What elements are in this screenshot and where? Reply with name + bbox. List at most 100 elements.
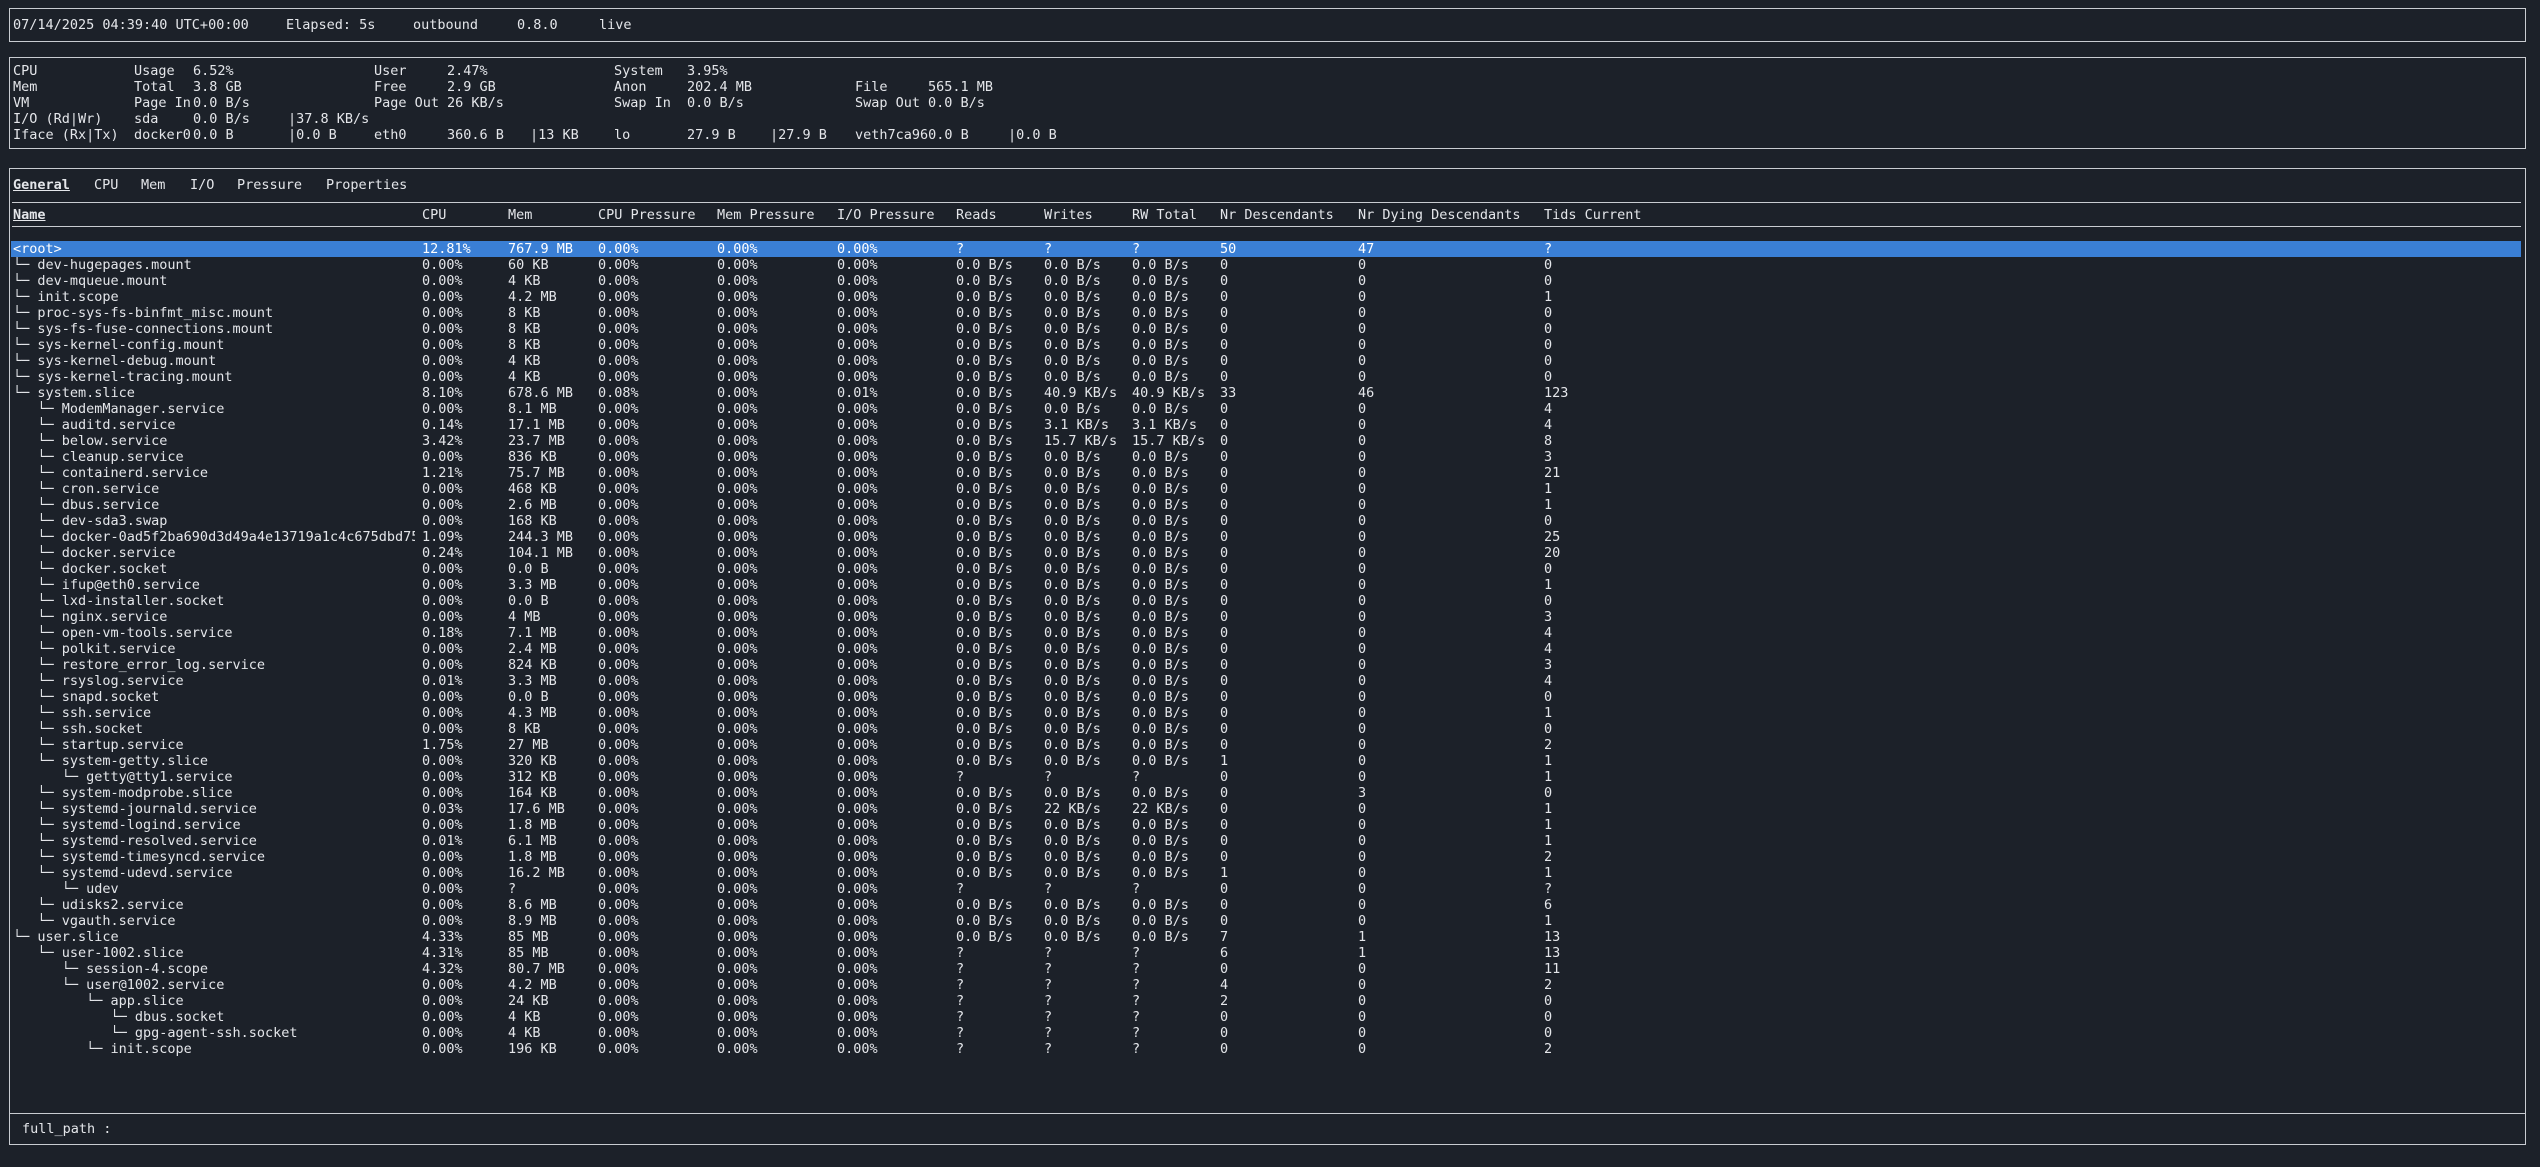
cell-nr-descendants: 0: [1220, 497, 1229, 513]
cgroup-name[interactable]: └─ getty@tty1.service: [13, 769, 233, 785]
cgroup-name[interactable]: └─ containerd.service: [13, 465, 208, 481]
cgroup-name[interactable]: └─ user@1002.service: [13, 977, 225, 993]
cgroup-name[interactable]: └─ systemd-logind.service: [13, 817, 240, 833]
stat-cell: 0.0 B/s: [687, 95, 744, 111]
column-header-cpu[interactable]: CPU: [422, 207, 446, 223]
cell-cpu-pressure: 0.00%: [598, 657, 639, 673]
cell-cpu: 0.00%: [422, 865, 463, 881]
cell-reads: ?: [956, 961, 965, 977]
cgroup-name[interactable]: └─ restore_error_log.service: [13, 657, 265, 673]
cgroup-name[interactable]: └─ init.scope: [13, 289, 119, 305]
cgroup-name[interactable]: └─ systemd-journald.service: [13, 801, 256, 817]
cgroup-name[interactable]: └─ cleanup.service: [13, 449, 183, 465]
cell-i-o-pressure: 0.00%: [837, 561, 878, 577]
cell-cpu: 0.00%: [422, 897, 463, 913]
column-header-tids-current[interactable]: Tids Current: [1544, 207, 1642, 223]
column-header-nr-dying-descendants[interactable]: Nr Dying Descendants: [1358, 207, 1521, 223]
column-header-cpu-pressure[interactable]: CPU Pressure: [598, 207, 696, 223]
cgroup-name[interactable]: └─ rsyslog.service: [13, 673, 183, 689]
cell-nr-descendants: 6: [1220, 945, 1229, 961]
cgroup-name[interactable]: └─ dbus.service: [13, 497, 159, 513]
cell-mem-pressure: 0.00%: [717, 753, 758, 769]
tab-cpu[interactable]: CPU: [94, 177, 118, 193]
column-header-i-o-pressure[interactable]: I/O Pressure: [837, 207, 935, 223]
cgroup-name[interactable]: └─ lxd-installer.socket: [13, 593, 224, 609]
cgroup-name[interactable]: └─ app.slice: [13, 993, 184, 1009]
cgroup-name[interactable]: └─ sys-kernel-config.mount: [13, 337, 224, 353]
cell-tids-current: 0: [1544, 785, 1553, 801]
cell-reads: 0.0 B/s: [956, 737, 1013, 753]
cell-tids-current: 3: [1544, 609, 1553, 625]
cell-mem-pressure: 0.00%: [717, 945, 758, 961]
cgroup-name[interactable]: └─ proc-sys-fs-binfmt_misc.mount: [13, 305, 273, 321]
cgroup-name[interactable]: └─ system-modprobe.slice: [13, 785, 232, 801]
cgroup-name[interactable]: └─ sys-kernel-tracing.mount: [13, 369, 232, 385]
column-header-mem[interactable]: Mem: [508, 207, 532, 223]
cgroup-name[interactable]: └─ polkit.service: [13, 641, 175, 657]
cgroup-name[interactable]: └─ vgauth.service: [13, 913, 175, 929]
tab-properties[interactable]: Properties: [326, 177, 407, 193]
cell-mem: 320 KB: [508, 753, 557, 769]
cell-i-o-pressure: 0.00%: [837, 705, 878, 721]
cell-rw-total: 0.0 B/s: [1132, 529, 1189, 545]
tab-pressure[interactable]: Pressure: [237, 177, 302, 193]
cgroup-name[interactable]: └─ system-getty.slice: [13, 753, 208, 769]
cgroup-name[interactable]: └─ snapd.socket: [13, 689, 159, 705]
cgroup-name[interactable]: └─ systemd-udevd.service: [13, 865, 232, 881]
cgroup-name[interactable]: └─ udev: [13, 881, 119, 897]
cgroup-name[interactable]: └─ ModemManager.service: [13, 401, 224, 417]
cell-cpu-pressure: 0.00%: [598, 577, 639, 593]
cgroup-name[interactable]: └─ systemd-timesyncd.service: [13, 849, 265, 865]
cell-writes: 0.0 B/s: [1044, 785, 1101, 801]
cell-tids-current: 1: [1544, 577, 1553, 593]
cgroup-name[interactable]: <root>: [13, 241, 62, 257]
cgroup-name[interactable]: └─ user.slice: [13, 929, 119, 945]
cgroup-name[interactable]: └─ nginx.service: [13, 609, 167, 625]
cgroup-name[interactable]: └─ dev-sda3.swap: [13, 513, 167, 529]
cell-mem-pressure: 0.00%: [717, 609, 758, 625]
cgroup-name[interactable]: └─ init.scope: [13, 1041, 192, 1057]
tab-mem[interactable]: Mem: [141, 177, 165, 193]
cgroup-name[interactable]: └─ ssh.service: [13, 705, 151, 721]
cell-nr-dying-descendants: 0: [1358, 513, 1367, 529]
cgroup-name[interactable]: └─ gpg-agent-ssh.socket: [13, 1025, 298, 1041]
cell-cpu-pressure: 0.08%: [598, 385, 639, 401]
cgroup-name[interactable]: └─ docker.service: [13, 545, 175, 561]
cgroup-name[interactable]: └─ dev-mqueue.mount: [13, 273, 167, 289]
cgroup-name[interactable]: └─ ssh.socket: [13, 721, 143, 737]
cgroup-name[interactable]: └─ dev-hugepages.mount: [13, 257, 192, 273]
io-stat-cell: sda: [134, 111, 159, 127]
cgroup-name[interactable]: └─ cron.service: [13, 481, 159, 497]
cgroup-name[interactable]: └─ auditd.service: [13, 417, 175, 433]
cgroup-name[interactable]: └─ user-1002.slice: [13, 945, 183, 961]
column-header-name[interactable]: Name: [13, 207, 46, 223]
cell-writes: 0.0 B/s: [1044, 289, 1101, 305]
tab-general[interactable]: General: [13, 177, 70, 193]
cgroup-name[interactable]: └─ udisks2.service: [13, 897, 183, 913]
cgroup-name[interactable]: └─ open-vm-tools.service: [13, 625, 232, 641]
cell-nr-dying-descendants: 0: [1358, 657, 1367, 673]
column-header-nr-descendants[interactable]: Nr Descendants: [1220, 207, 1334, 223]
cgroup-name[interactable]: └─ docker-0ad5f2ba690d3d49a4e13719a1c4c6…: [13, 529, 415, 545]
cell-tids-current: 0: [1544, 721, 1553, 737]
cgroup-name[interactable]: └─ ifup@eth0.service: [13, 577, 200, 593]
tab-i-o[interactable]: I/O: [190, 177, 214, 193]
cgroup-name[interactable]: └─ sys-kernel-debug.mount: [13, 353, 216, 369]
column-header-rw-total[interactable]: RW Total: [1132, 207, 1197, 223]
cgroup-name[interactable]: └─ systemd-resolved.service: [13, 833, 256, 849]
cgroup-name[interactable]: └─ sys-fs-fuse-connections.mount: [13, 321, 273, 337]
cell-i-o-pressure: 0.00%: [837, 337, 878, 353]
cgroup-name[interactable]: └─ system.slice: [13, 385, 135, 401]
cell-cpu: 0.00%: [422, 913, 463, 929]
cell-mem: 312 KB: [508, 769, 557, 785]
cgroup-name[interactable]: └─ session-4.scope: [13, 961, 208, 977]
cgroup-name[interactable]: └─ docker.socket: [13, 561, 167, 577]
column-header-reads[interactable]: Reads: [956, 207, 997, 223]
column-header-mem-pressure[interactable]: Mem Pressure: [717, 207, 815, 223]
cell-writes: 0.0 B/s: [1044, 721, 1101, 737]
cgroup-name[interactable]: └─ below.service: [13, 433, 167, 449]
cell-i-o-pressure: 0.00%: [837, 369, 878, 385]
cgroup-name[interactable]: └─ startup.service: [13, 737, 183, 753]
column-header-writes[interactable]: Writes: [1044, 207, 1093, 223]
cgroup-name[interactable]: └─ dbus.socket: [13, 1009, 225, 1025]
